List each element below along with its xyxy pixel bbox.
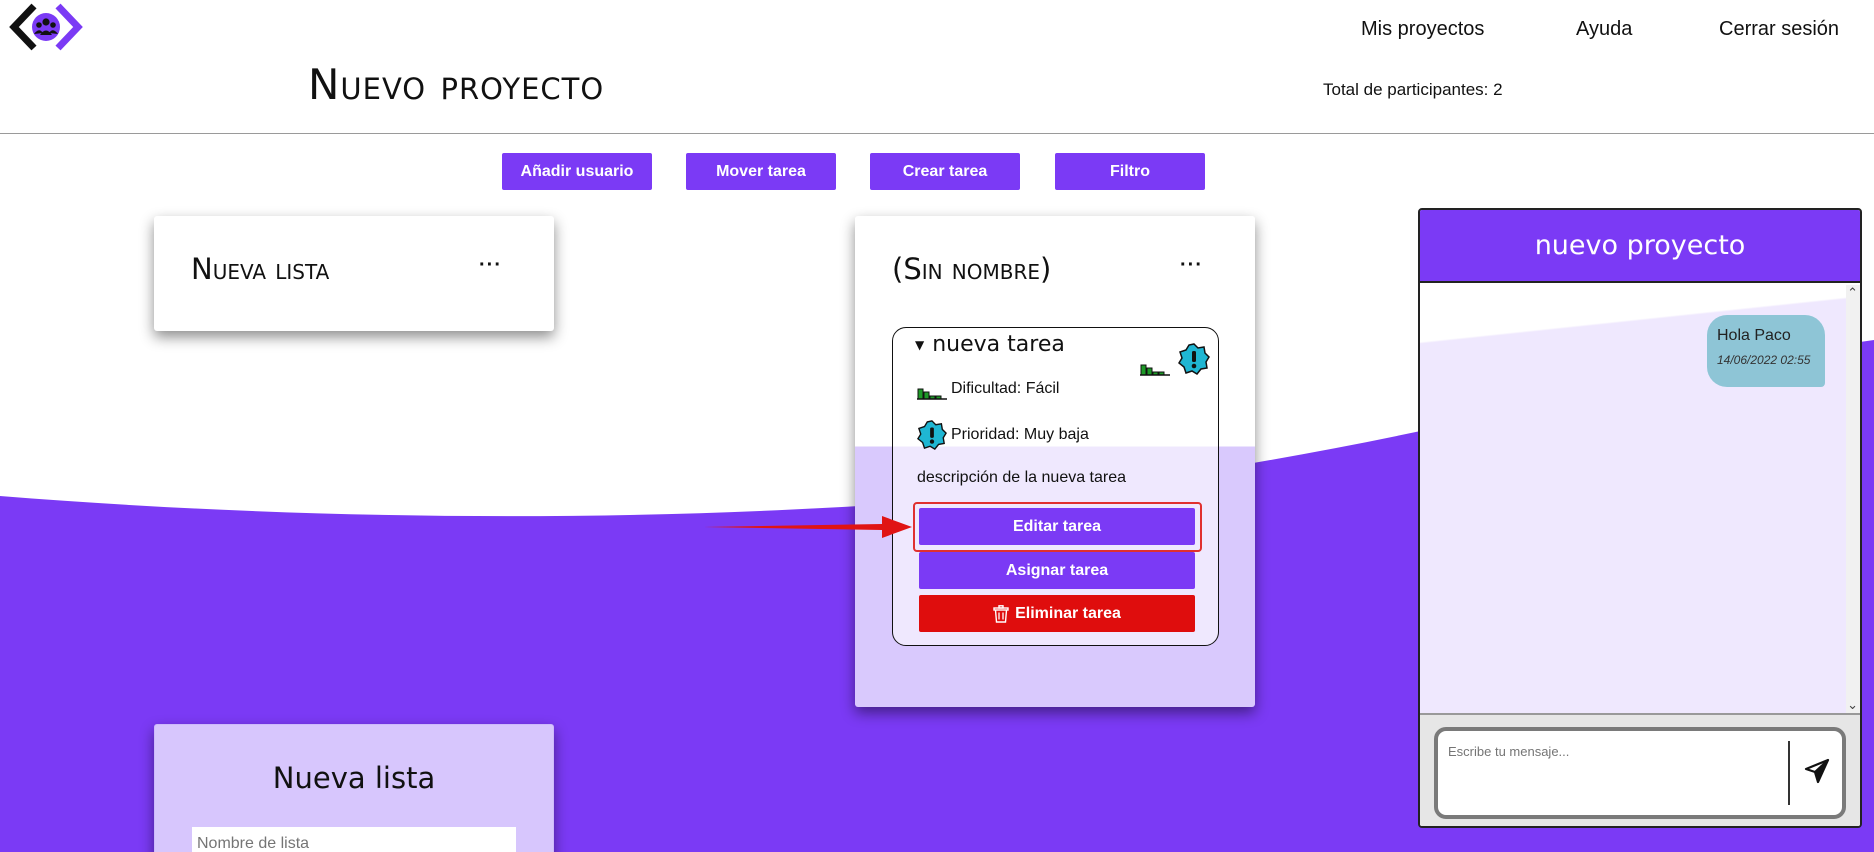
scroll-up-icon[interactable]: ⌃ (1847, 285, 1858, 301)
list-card-nueva-lista: Nueva lista ··· (154, 216, 554, 331)
annotation-arrow (704, 516, 912, 538)
list-name-input[interactable] (192, 827, 516, 852)
create-task-button[interactable]: Crear tarea (870, 153, 1020, 190)
difficulty-label: Dificultad: Fácil (951, 380, 1060, 397)
delete-task-button[interactable]: Eliminar tarea (919, 595, 1195, 632)
chat-input-box (1434, 727, 1846, 819)
list-menu-button[interactable]: ··· (479, 254, 502, 277)
nav-my-projects[interactable]: Mis proyectos (1361, 18, 1484, 41)
chat-message: Hola Paco 14/06/2022 02:55 (1707, 315, 1825, 387)
participants-count: Total de participantes: 2 (1323, 80, 1503, 99)
triangle-down-icon: ▼ (915, 337, 925, 352)
list-title: Nueva lista (191, 252, 330, 286)
add-user-button[interactable]: Añadir usuario (502, 153, 652, 190)
list-title: (Sin nombre) (892, 252, 1052, 286)
priority-alert-icon (1178, 343, 1210, 375)
task-priority: Prioridad: Muy baja (917, 420, 1089, 450)
move-task-button[interactable]: Mover tarea (686, 153, 836, 190)
delete-task-label: Eliminar tarea (1015, 604, 1121, 622)
difficulty-bars-icon (1140, 364, 1170, 376)
new-list-form: Nueva lista (154, 724, 554, 852)
edit-task-button[interactable]: Editar tarea (919, 508, 1195, 545)
task-description: descripción de la nueva tarea (917, 469, 1127, 486)
page-title: Nuevo proyecto (308, 60, 605, 109)
difficulty-bars-icon (917, 388, 947, 400)
send-button[interactable] (1802, 757, 1832, 787)
filter-button[interactable]: Filtro (1055, 153, 1205, 190)
assign-task-button[interactable]: Asignar tarea (919, 552, 1195, 589)
list-menu-button[interactable]: ··· (1180, 254, 1203, 277)
chat-footer (1420, 713, 1860, 826)
chat-title: nuevo proyecto (1420, 210, 1860, 283)
chat-messages: Hola Paco 14/06/2022 02:55 ⌃ ⌄ (1420, 285, 1860, 713)
chat-panel: nuevo proyecto Hola Paco 14/06/2022 02:5… (1418, 208, 1862, 828)
chat-message-input[interactable] (1448, 741, 1778, 761)
task-card: ▼ nueva tarea Dificultad: Fácil Priorida… (892, 327, 1219, 646)
header-divider (0, 133, 1874, 134)
task-difficulty: Dificultad: Fácil (917, 378, 1059, 400)
scroll-down-icon[interactable]: ⌄ (1847, 697, 1858, 713)
chat-scrollbar[interactable]: ⌃ ⌄ (1846, 285, 1860, 713)
send-icon (1804, 758, 1830, 783)
list-card-sin-nombre: (Sin nombre) ··· ▼ nueva tarea Dificulta… (855, 216, 1255, 707)
nav-logout[interactable]: Cerrar sesión (1719, 18, 1839, 41)
team-logo-icon[interactable] (8, 2, 84, 52)
task-summary-toggle[interactable]: ▼ nueva tarea (915, 332, 1065, 357)
trash-icon (993, 604, 1009, 623)
new-list-form-title: Nueva lista (272, 761, 436, 795)
priority-label: Prioridad: Muy baja (951, 426, 1089, 443)
nav-help[interactable]: Ayuda (1576, 18, 1632, 41)
priority-alert-icon (917, 420, 947, 450)
chat-message-time: 14/06/2022 02:55 (1717, 353, 1811, 367)
chat-input-divider (1788, 741, 1790, 805)
task-name: nueva tarea (932, 332, 1065, 357)
chat-message-text: Hola Paco (1717, 327, 1791, 344)
